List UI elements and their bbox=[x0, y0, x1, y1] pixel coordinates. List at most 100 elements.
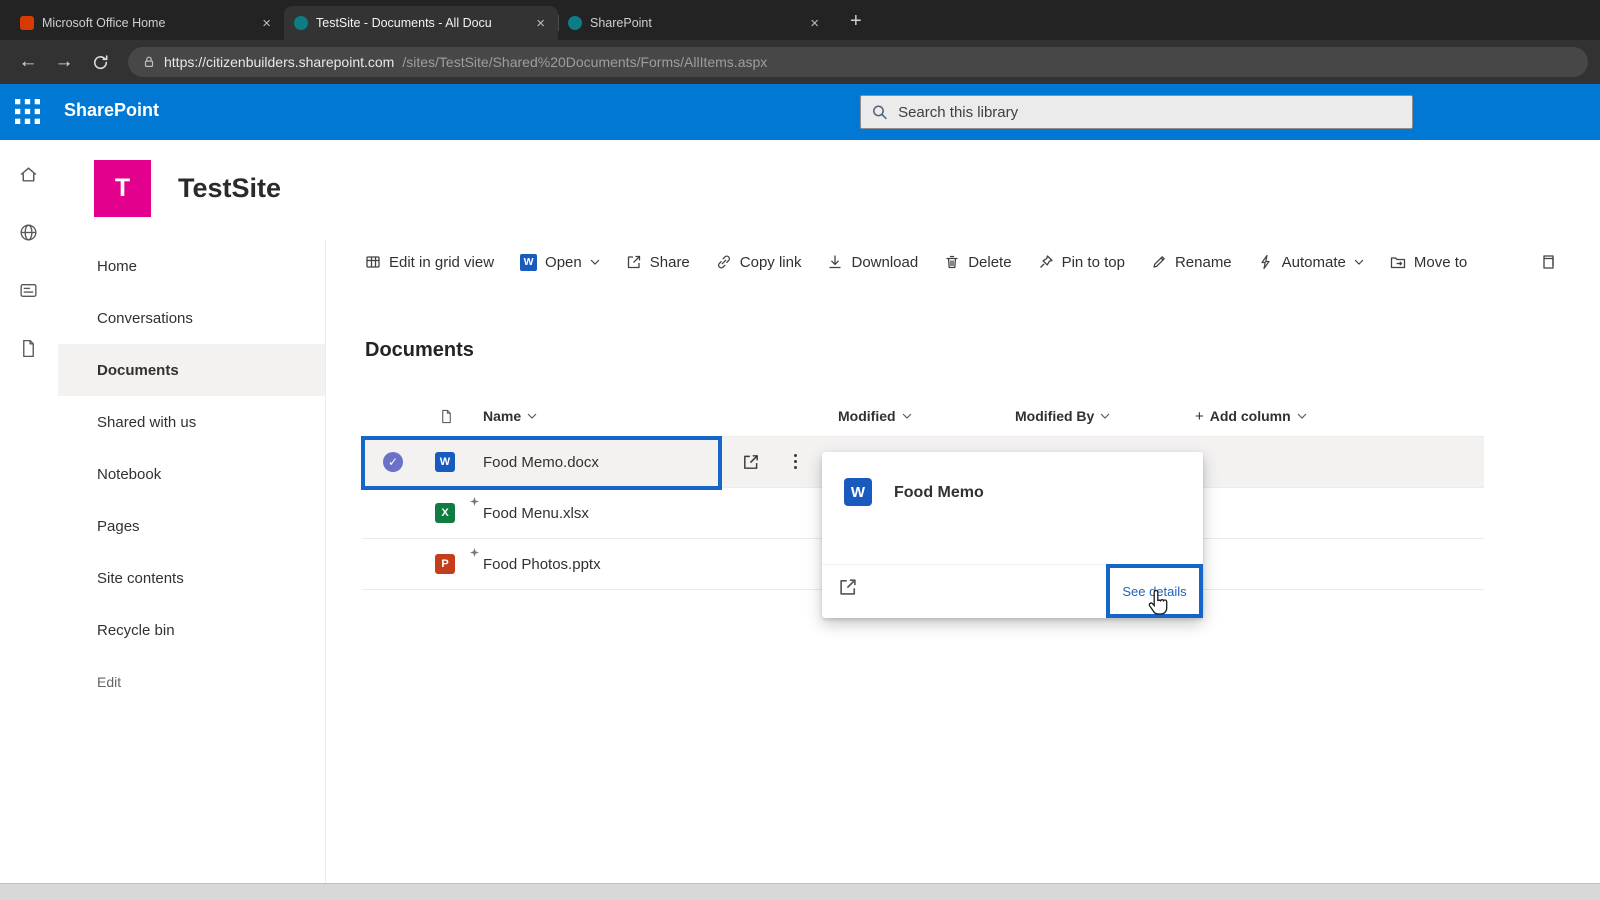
search-input[interactable] bbox=[898, 103, 1402, 121]
reload-button[interactable] bbox=[84, 54, 116, 71]
sharepoint-brand[interactable]: SharePoint bbox=[64, 100, 159, 121]
share-icon[interactable] bbox=[742, 453, 760, 471]
column-header-name[interactable]: Name bbox=[483, 395, 537, 437]
document-icon[interactable] bbox=[18, 338, 39, 359]
rename-button[interactable]: Rename bbox=[1151, 254, 1232, 271]
sidebar-item-pages[interactable]: Pages bbox=[58, 500, 325, 552]
open-button[interactable]: W Open bbox=[520, 253, 600, 271]
news-card-icon[interactable] bbox=[18, 280, 39, 301]
file-type-column-icon bbox=[439, 395, 454, 437]
file-name-link[interactable]: Food Menu.xlsx bbox=[483, 488, 589, 539]
tab-testsite-documents[interactable]: TestSite - Documents - All Docu × bbox=[284, 6, 558, 40]
pin-to-top-button[interactable]: Pin to top bbox=[1038, 254, 1125, 271]
sidebar-item-shared-with-us[interactable]: Shared with us bbox=[58, 396, 325, 448]
tab-office-home[interactable]: Microsoft Office Home × bbox=[10, 6, 284, 40]
edit-in-grid-view-button[interactable]: Edit in grid view bbox=[365, 254, 494, 271]
grid-icon bbox=[366, 256, 380, 268]
share-button[interactable]: Share bbox=[626, 254, 690, 271]
column-header-modified-by[interactable]: Modified By bbox=[1015, 395, 1110, 437]
column-header-modified[interactable]: Modified bbox=[838, 395, 912, 437]
copy-link-button[interactable]: Copy link bbox=[716, 254, 801, 271]
content-area: T TestSite Home Conversations Documents … bbox=[0, 140, 1600, 883]
close-icon[interactable]: × bbox=[807, 15, 822, 32]
download-button[interactable]: Download bbox=[827, 254, 918, 271]
delete-button[interactable]: Delete bbox=[944, 253, 1012, 271]
toolbar-label: Automate bbox=[1281, 253, 1346, 271]
column-label: Add column bbox=[1209, 408, 1291, 424]
toolbar-label: Pin to top bbox=[1061, 253, 1125, 271]
sidebar-item-site-contents[interactable]: Site contents bbox=[58, 552, 325, 604]
automate-button[interactable]: Automate bbox=[1258, 254, 1364, 271]
selected-check-icon[interactable]: ✓ bbox=[383, 452, 403, 472]
file-name-link[interactable]: Food Photos.pptx bbox=[483, 539, 601, 590]
toolbar-label: Edit in grid view bbox=[389, 253, 495, 271]
office-favicon-icon bbox=[20, 16, 34, 30]
globe-icon[interactable] bbox=[18, 222, 39, 243]
toolbar-label: Open bbox=[545, 253, 582, 271]
powerpoint-file-icon: P bbox=[435, 554, 455, 574]
hover-card-title: Food Memo bbox=[894, 484, 984, 501]
search-icon bbox=[873, 105, 887, 120]
page-title: Documents bbox=[365, 339, 474, 361]
close-icon[interactable]: × bbox=[533, 15, 548, 32]
toolbar-label: Download bbox=[851, 253, 919, 271]
download-icon bbox=[829, 255, 842, 269]
pin-icon bbox=[1039, 255, 1053, 268]
toolbar-label: Share bbox=[649, 253, 690, 271]
back-button[interactable]: ← bbox=[12, 51, 44, 73]
taskbar-strip bbox=[0, 883, 1600, 900]
move-to-button[interactable]: Move to bbox=[1390, 254, 1467, 271]
chevron-down-icon bbox=[902, 413, 911, 419]
new-item-sparkle-icon bbox=[470, 548, 479, 557]
file-hover-card: W Food Memo See details bbox=[822, 452, 1203, 618]
new-tab-button[interactable]: + bbox=[850, 10, 862, 33]
suite-bar: SharePoint bbox=[0, 84, 1600, 140]
file-name-link[interactable]: Food Memo.docx bbox=[483, 437, 599, 488]
column-label: Modified By bbox=[1015, 408, 1095, 424]
home-icon[interactable] bbox=[18, 164, 39, 185]
column-label: Modified bbox=[838, 408, 896, 424]
app-rail bbox=[0, 140, 57, 883]
nav-label: Conversations bbox=[97, 309, 193, 327]
left-nav: Home Conversations Documents Shared with… bbox=[58, 240, 325, 708]
site-logo[interactable]: T bbox=[94, 160, 151, 217]
sidebar-item-notebook[interactable]: Notebook bbox=[58, 448, 325, 500]
sidebar-item-conversations[interactable]: Conversations bbox=[58, 292, 325, 344]
sidebar-item-home[interactable]: Home bbox=[58, 240, 325, 292]
word-file-icon: W bbox=[435, 452, 455, 472]
see-details-highlight-annotation: See details bbox=[1106, 564, 1203, 618]
more-actions-icon[interactable] bbox=[790, 454, 801, 469]
close-icon[interactable]: × bbox=[259, 15, 274, 32]
nav-divider bbox=[325, 240, 326, 883]
tab-title: TestSite - Documents - All Docu bbox=[316, 16, 492, 30]
toolbar-label: Delete bbox=[968, 253, 1012, 271]
nav-label: Notebook bbox=[97, 465, 162, 483]
tab-sharepoint[interactable]: SharePoint × bbox=[558, 6, 832, 40]
nav-label: Documents bbox=[97, 361, 179, 379]
tab-strip: Microsoft Office Home × TestSite - Docum… bbox=[0, 0, 1600, 40]
sidebar-item-documents[interactable]: Documents bbox=[58, 344, 325, 396]
library-search bbox=[860, 95, 1413, 129]
toolbar-label: Rename bbox=[1174, 253, 1232, 271]
sidebar-item-edit[interactable]: Edit bbox=[58, 656, 325, 708]
link-icon bbox=[717, 255, 730, 269]
plus-icon: + bbox=[1195, 407, 1204, 425]
nav-label: Recycle bin bbox=[97, 621, 175, 639]
share-icon[interactable] bbox=[838, 577, 858, 597]
chevron-down-icon bbox=[590, 259, 600, 265]
site-logo-initial: T bbox=[114, 174, 131, 202]
nav-label: Site contents bbox=[97, 569, 184, 587]
app-launcher-icon[interactable] bbox=[15, 99, 40, 124]
automate-icon bbox=[1261, 254, 1270, 270]
sidebar-item-recycle-bin[interactable]: Recycle bin bbox=[58, 604, 325, 656]
add-column-button[interactable]: + Add column bbox=[1195, 395, 1307, 437]
nav-label: Home bbox=[97, 257, 138, 275]
nav-label: Shared with us bbox=[97, 413, 197, 431]
address-input[interactable]: https://citizenbuilders.sharepoint.com/s… bbox=[128, 47, 1588, 77]
chevron-down-icon bbox=[527, 413, 537, 419]
see-details-link[interactable]: See details bbox=[1122, 584, 1186, 599]
forward-button[interactable]: → bbox=[48, 51, 80, 73]
copy-to-icon[interactable] bbox=[1540, 254, 1556, 270]
new-item-sparkle-icon bbox=[470, 497, 479, 506]
command-bar: Edit in grid view W Open Share Copy link… bbox=[365, 244, 1493, 280]
